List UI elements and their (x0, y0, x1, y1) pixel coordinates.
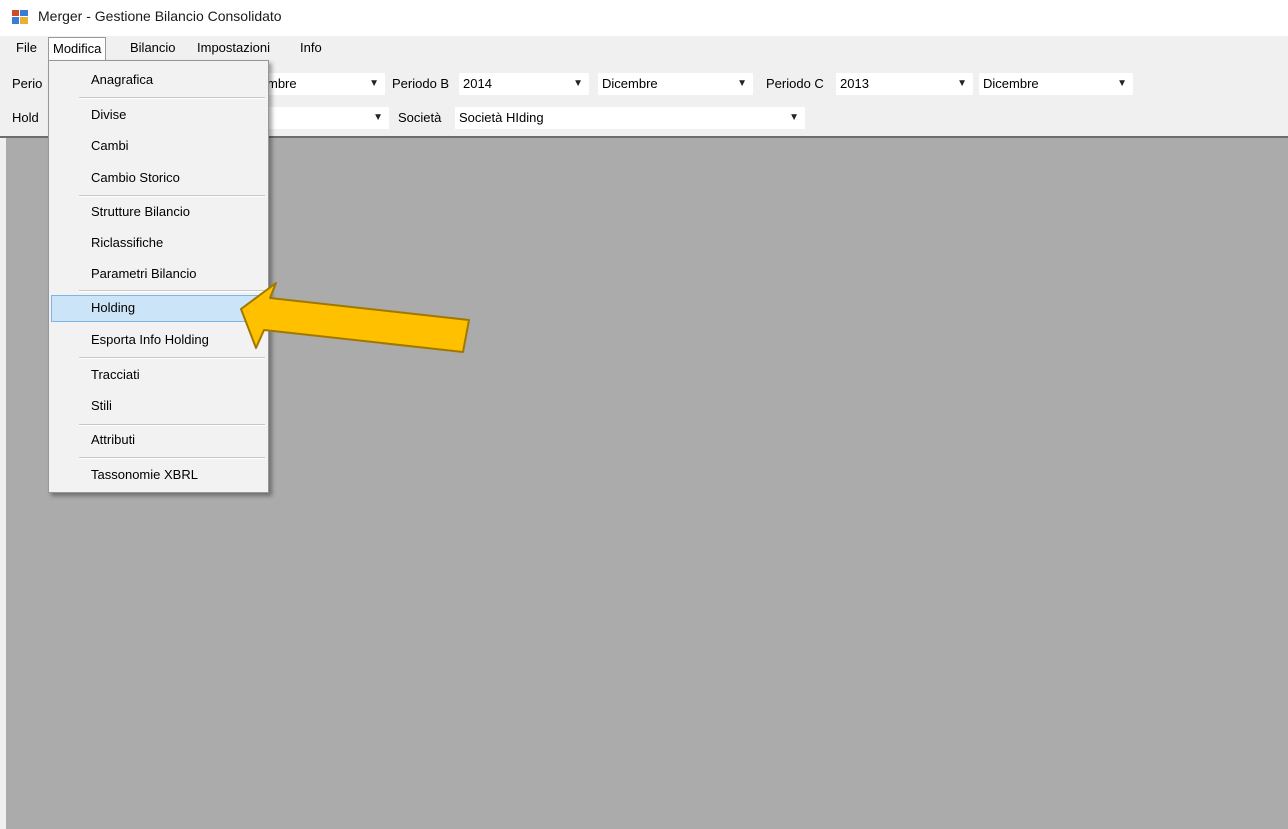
menu-info[interactable]: Info (296, 38, 326, 58)
menu-separator (79, 195, 265, 197)
window-title: Merger - Gestione Bilancio Consolidato (38, 8, 282, 24)
periodo-b-label: Periodo B (392, 76, 450, 91)
societa-label: Società (398, 110, 442, 125)
menu-item-anagrafica[interactable]: Anagrafica (51, 67, 266, 94)
title-bar: Merger - Gestione Bilancio Consolidato (0, 0, 1288, 36)
menu-item-esporta-info-holding[interactable]: Esporta Info Holding (51, 327, 266, 354)
menu-item-stili[interactable]: Stili (51, 393, 266, 420)
menu-item-parametri-bilancio[interactable]: Parametri Bilancio (51, 261, 266, 288)
dropdown-arrow-icon: ▼ (373, 112, 383, 123)
menu-item-holding[interactable]: Holding (51, 295, 266, 322)
dropdown-arrow-icon: ▼ (573, 78, 583, 89)
dropdown-arrow-icon: ▼ (789, 112, 799, 123)
dropdown-arrow-icon: ▼ (369, 78, 379, 89)
menu-file[interactable]: File (12, 38, 41, 58)
societa-select[interactable]: Società HIding ▼ (455, 107, 805, 129)
periodo-b-year-select[interactable]: 2014 ▼ (459, 73, 589, 95)
menu-modifica[interactable]: Modifica (48, 37, 107, 60)
app-icon (12, 10, 28, 24)
dropdown-arrow-icon: ▼ (737, 78, 747, 89)
menu-item-attributi[interactable]: Attributi (51, 427, 266, 454)
modifica-dropdown-menu: Anagrafica Divise Cambi Cambio Storico S… (48, 60, 269, 493)
periodo-a-month-select[interactable]: mbre ▼ (255, 73, 385, 95)
periodo-b-month-select[interactable]: Dicembre ▼ (598, 73, 753, 95)
menu-item-cambi[interactable]: Cambi (51, 133, 266, 160)
periodo-a-label: Perio (12, 76, 43, 91)
menu-impostazioni[interactable]: Impostazioni (193, 38, 274, 58)
holding-label: Hold (12, 110, 39, 125)
menu-separator (79, 97, 265, 99)
menu-separator (79, 290, 265, 292)
menu-separator (79, 457, 265, 459)
holding-select[interactable]: ▼ (255, 107, 389, 129)
dropdown-arrow-icon: ▼ (957, 78, 967, 89)
menu-separator (79, 424, 265, 426)
dropdown-arrow-icon: ▼ (1117, 78, 1127, 89)
menu-bilancio[interactable]: Bilancio (126, 38, 180, 58)
periodo-c-month-select[interactable]: Dicembre ▼ (979, 73, 1133, 95)
menu-bar: File Modifica Bilancio Impostazioni Info (0, 36, 1288, 60)
menu-item-tracciati[interactable]: Tracciati (51, 362, 266, 389)
periodo-c-label: Periodo C (766, 76, 824, 91)
periodo-c-year-select[interactable]: 2013 ▼ (836, 73, 973, 95)
menu-item-tassonomie-xbrl[interactable]: Tassonomie XBRL (51, 462, 266, 489)
menu-item-cambio-storico[interactable]: Cambio Storico (51, 165, 266, 192)
menu-item-riclassifiche[interactable]: Riclassifiche (51, 230, 266, 257)
menu-item-divise[interactable]: Divise (51, 102, 266, 129)
menu-item-strutture-bilancio[interactable]: Strutture Bilancio (51, 199, 266, 226)
menu-separator (79, 357, 265, 359)
